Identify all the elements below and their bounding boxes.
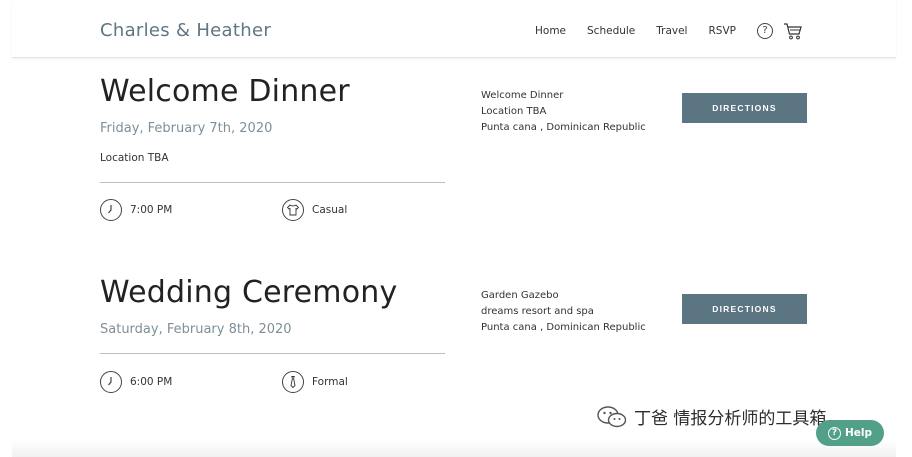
event-divider	[100, 353, 445, 354]
venue-line: Location TBA	[481, 106, 547, 117]
event-time: 6:00 PM	[100, 371, 172, 393]
shirt-icon	[282, 199, 304, 221]
tie-icon	[282, 371, 304, 393]
help-button-label: Help	[844, 427, 873, 439]
event-divider	[100, 182, 445, 183]
venue-line: Punta cana , Dominican Republic	[481, 122, 646, 133]
event-time-label: 7:00 PM	[130, 204, 173, 216]
clock-icon	[100, 371, 122, 393]
event-location: Location TBA	[100, 152, 169, 164]
event-title: Wedding Ceremony	[100, 275, 398, 310]
nav-rsvp[interactable]: RSVP	[708, 25, 735, 37]
event-date: Saturday, February 8th, 2020	[100, 322, 292, 337]
event-date: Friday, February 7th, 2020	[100, 121, 273, 136]
site-header: Charles & Heather Home Schedule Travel R…	[12, 0, 896, 58]
event-dress-code: Formal	[282, 371, 348, 393]
wechat-icon	[597, 405, 627, 427]
directions-button[interactable]: DIRECTIONS	[682, 294, 807, 324]
venue-line: Punta cana , Dominican Republic	[481, 322, 646, 333]
nav-travel[interactable]: Travel	[656, 25, 687, 37]
question-icon: ?	[827, 426, 841, 440]
event-title: Welcome Dinner	[100, 74, 350, 109]
venue-line: dreams resort and spa	[481, 306, 594, 317]
event-dress-code: Casual	[282, 199, 347, 221]
event-venue: Garden Gazebo dreams resort and spa Punt…	[481, 288, 646, 336]
event-dress-label: Formal	[312, 376, 348, 388]
venue-line: Welcome Dinner	[481, 90, 564, 101]
event-venue: Welcome Dinner Location TBA Punta cana ,…	[481, 88, 646, 136]
help-icon[interactable]: ?	[756, 23, 773, 39]
event-time: 7:00 PM	[100, 199, 172, 221]
page-bottom-edge	[12, 440, 896, 457]
nav-schedule[interactable]: Schedule	[587, 25, 635, 37]
help-button[interactable]: ? Help	[816, 420, 884, 446]
directions-button[interactable]: DIRECTIONS	[682, 93, 807, 123]
watermark: 丁爸 情报分析师的工具箱	[596, 404, 826, 429]
event-dress-label: Casual	[312, 204, 348, 216]
clock-icon	[100, 199, 122, 221]
watermark-text: 丁爸 情报分析师的工具箱	[634, 409, 827, 429]
main-nav: Home Schedule Travel RSVP ?	[535, 22, 803, 40]
site-brand[interactable]: Charles & Heather	[100, 20, 271, 41]
event-time-label: 6:00 PM	[130, 376, 173, 388]
nav-home[interactable]: Home	[535, 25, 566, 37]
venue-line: Garden Gazebo	[481, 290, 559, 301]
cart-icon[interactable]	[783, 22, 803, 40]
